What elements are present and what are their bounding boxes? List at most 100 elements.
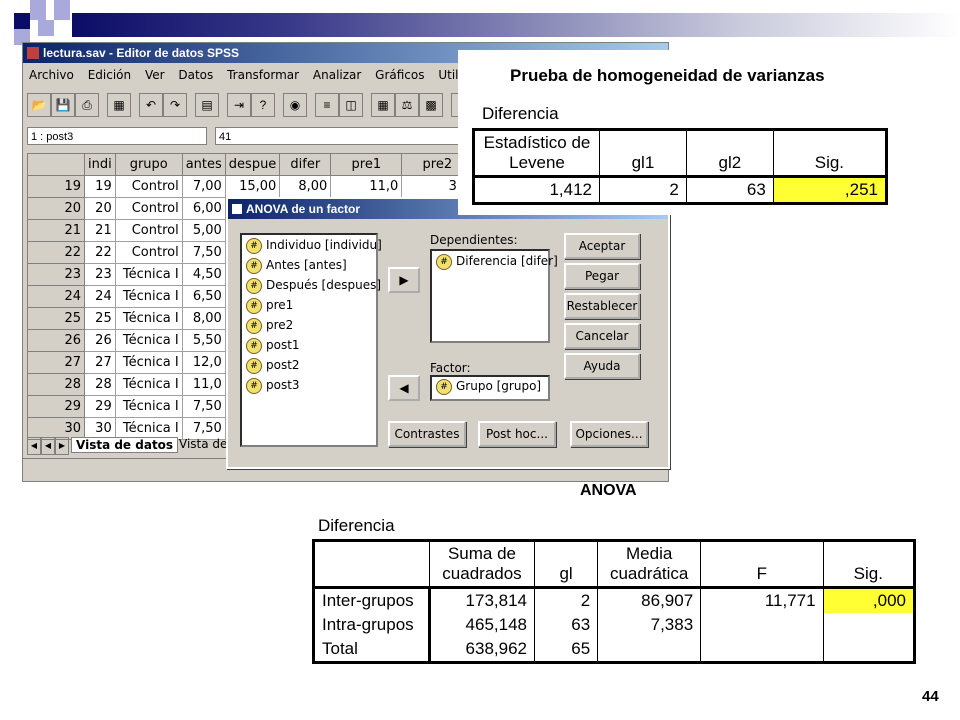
split-file-icon[interactable]: ▦ xyxy=(371,93,395,117)
cell-reference-box[interactable]: 1 : post3 xyxy=(27,127,207,145)
menu-datos[interactable]: Datos xyxy=(178,68,213,82)
grid-cell[interactable]: 21 xyxy=(84,219,116,242)
grid-cell[interactable]: Técnica I xyxy=(114,351,183,374)
open-icon[interactable]: 📂 xyxy=(27,93,51,117)
grid-cell[interactable]: Técnica I xyxy=(114,307,183,330)
menu-edicion[interactable]: Edición xyxy=(88,68,131,82)
row-number[interactable]: 28 xyxy=(27,373,85,396)
grid-cell[interactable]: 7,50 xyxy=(181,241,226,264)
dependents-list[interactable]: # Diferencia [difer] xyxy=(430,249,558,343)
grid-cell[interactable]: 6,00 xyxy=(181,197,226,220)
chart-icon[interactable]: ▤ xyxy=(195,93,219,117)
row-number[interactable]: 21 xyxy=(27,219,85,242)
move-to-dependents-button[interactable]: ▶ xyxy=(388,267,420,293)
grid-cell[interactable]: 11,0 xyxy=(330,175,403,198)
select-cases-icon[interactable]: ▩ xyxy=(419,93,443,117)
factor-field[interactable]: # Grupo [grupo] xyxy=(430,375,550,401)
menu-analizar[interactable]: Analizar xyxy=(313,68,361,82)
grid-cell[interactable]: 7,00 xyxy=(181,175,226,198)
variable-item[interactable]: # pre1 xyxy=(242,295,376,315)
ayuda-button[interactable]: Ayuda xyxy=(564,353,640,379)
menu-archivo[interactable]: Archivo xyxy=(29,68,74,82)
source-variable-list[interactable]: # Individuo [individu] # Antes [antes] # De… xyxy=(240,233,382,447)
menu-ver[interactable]: Ver xyxy=(145,68,165,82)
grid-cell[interactable]: 8,00 xyxy=(181,307,226,330)
redo-icon[interactable]: ↷ xyxy=(163,93,187,117)
grid-cell[interactable]: 27 xyxy=(84,351,116,374)
menu-transformar[interactable]: Transformar xyxy=(227,68,299,82)
factor-item[interactable]: # Grupo [grupo] xyxy=(432,377,548,395)
grid-cell[interactable]: 22 xyxy=(84,241,116,264)
tab-scroll-next[interactable]: ▶ xyxy=(55,437,69,455)
column-header[interactable]: pre1 xyxy=(330,153,403,176)
grid-cell[interactable]: 23 xyxy=(84,263,116,286)
grid-cell[interactable]: Control xyxy=(114,219,183,242)
cancelar-button[interactable]: Cancelar xyxy=(564,323,640,349)
variable-item[interactable]: # post1 xyxy=(242,335,376,355)
row-number[interactable]: 19 xyxy=(27,175,85,198)
grid-cell[interactable]: 4,50 xyxy=(181,263,226,286)
move-to-factor-button[interactable]: ◀ xyxy=(388,375,420,401)
grid-cell[interactable]: Técnica I xyxy=(114,263,183,286)
dialog-recall-icon[interactable]: ▦ xyxy=(107,93,131,117)
grid-cell[interactable]: 12,0 xyxy=(181,351,226,374)
save-icon[interactable]: 💾 xyxy=(51,93,75,117)
variable-item[interactable]: # post2 xyxy=(242,355,376,375)
row-number[interactable]: 29 xyxy=(27,395,85,418)
grid-cell[interactable]: 28 xyxy=(84,373,116,396)
restablecer-button[interactable]: Restablecer xyxy=(564,293,640,319)
cell-value-editor[interactable]: 41 xyxy=(215,127,475,145)
row-number[interactable]: 20 xyxy=(27,197,85,220)
variable-item[interactable]: # post3 xyxy=(242,375,376,395)
variable-item[interactable]: # Después [despues] xyxy=(242,275,381,295)
tab-vista-de-datos[interactable]: Vista de datos xyxy=(71,437,179,453)
undo-icon[interactable]: ↶ xyxy=(139,93,163,117)
grid-cell[interactable]: Técnica I xyxy=(114,373,183,396)
row-number[interactable]: 25 xyxy=(27,307,85,330)
grid-cell[interactable]: 7,50 xyxy=(181,395,226,418)
tab-scroll-first[interactable]: ◀ xyxy=(27,437,41,455)
grid-cell[interactable]: 26 xyxy=(84,329,116,352)
column-header[interactable]: difer xyxy=(279,153,332,176)
grid-cell[interactable]: Control xyxy=(114,241,183,264)
grid-cell[interactable]: 20 xyxy=(84,197,116,220)
variable-item[interactable]: # Individuo [individu] xyxy=(242,235,382,255)
grid-cell[interactable]: 5,00 xyxy=(181,219,226,242)
grid-cell[interactable]: Control xyxy=(114,197,183,220)
find-icon[interactable]: ◉ xyxy=(283,93,307,117)
row-number[interactable]: 27 xyxy=(27,351,85,374)
menu-graficos[interactable]: Gráficos xyxy=(375,68,424,82)
row-number[interactable]: 22 xyxy=(27,241,85,264)
variables-icon[interactable]: ? xyxy=(251,93,275,117)
opciones-button[interactable]: Opciones... xyxy=(570,421,648,447)
grid-cell[interactable]: 24 xyxy=(84,285,116,308)
grid-cell[interactable]: Técnica I xyxy=(114,285,183,308)
grid-cell[interactable]: 15,00 xyxy=(224,175,281,198)
grid-cell[interactable]: 25 xyxy=(84,307,116,330)
column-header[interactable]: grupo xyxy=(114,153,183,176)
grid-cell[interactable]: 11,0 xyxy=(181,373,226,396)
variable-item[interactable]: # Antes [antes] xyxy=(242,255,376,275)
grid-cell[interactable]: 6,50 xyxy=(181,285,226,308)
grid-cell[interactable]: 8,00 xyxy=(279,175,332,198)
aceptar-button[interactable]: Aceptar xyxy=(564,233,640,259)
pegar-button[interactable]: Pegar xyxy=(564,263,640,289)
grid-cell[interactable]: 19 xyxy=(84,175,116,198)
grid-cell[interactable]: Técnica I xyxy=(114,395,183,418)
weight-cases-icon[interactable]: ⚖ xyxy=(395,93,419,117)
contrastes-button[interactable]: Contrastes xyxy=(388,421,466,447)
column-header[interactable]: despue xyxy=(224,153,281,176)
tab-scroll-prev[interactable]: ◀ xyxy=(41,437,55,455)
column-header[interactable]: indi xyxy=(84,153,116,176)
grid-cell[interactable]: 29 xyxy=(84,395,116,418)
row-number[interactable]: 24 xyxy=(27,285,85,308)
variable-item[interactable]: # pre2 xyxy=(242,315,376,335)
post-hoc-button[interactable]: Post hoc... xyxy=(478,421,556,447)
grid-cell[interactable]: Técnica I xyxy=(114,329,183,352)
row-number[interactable]: 23 xyxy=(27,263,85,286)
goto-case-icon[interactable]: ⇥ xyxy=(227,93,251,117)
grid-cell[interactable]: Control xyxy=(114,175,183,198)
insert-variable-icon[interactable]: ◫ xyxy=(339,93,363,117)
column-header[interactable]: antes xyxy=(181,153,226,176)
grid-corner[interactable] xyxy=(27,153,85,176)
